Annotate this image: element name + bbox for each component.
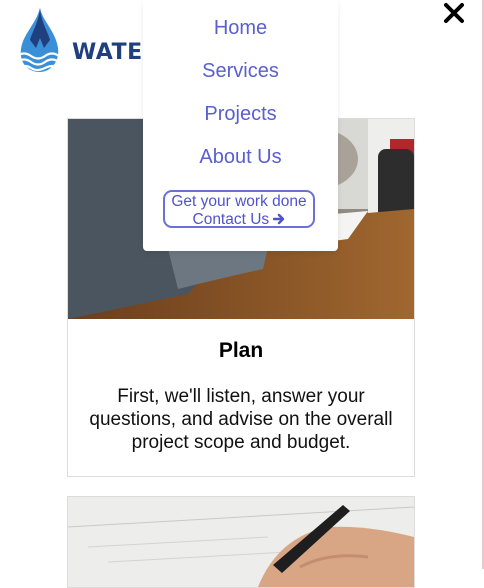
nav-item-services[interactable]: Services xyxy=(143,60,338,83)
card-description: First, we'll listen, answer your questio… xyxy=(89,386,393,453)
nav-item-about-us[interactable]: About Us xyxy=(143,146,338,169)
logo-text: WATER xyxy=(72,40,147,65)
cta-line2: Contact Us xyxy=(165,211,313,229)
service-card-design xyxy=(67,496,415,588)
card-photo xyxy=(68,497,414,587)
brand-logo[interactable]: WATER xyxy=(12,6,147,78)
close-icon[interactable] xyxy=(440,0,468,28)
contact-us-button[interactable]: Get your work done Contact Us xyxy=(163,190,315,228)
nav-item-home[interactable]: Home xyxy=(143,17,338,40)
cta-line2-label: Contact Us xyxy=(192,211,270,228)
water-drop-icon xyxy=(16,8,70,72)
arrow-right-icon xyxy=(273,213,285,225)
card-title: Plan xyxy=(218,339,264,362)
nav-menu: Home Services Projects About Us Get your… xyxy=(143,0,338,251)
nav-item-projects[interactable]: Projects xyxy=(143,103,338,126)
cta-line1: Get your work done xyxy=(171,193,307,210)
